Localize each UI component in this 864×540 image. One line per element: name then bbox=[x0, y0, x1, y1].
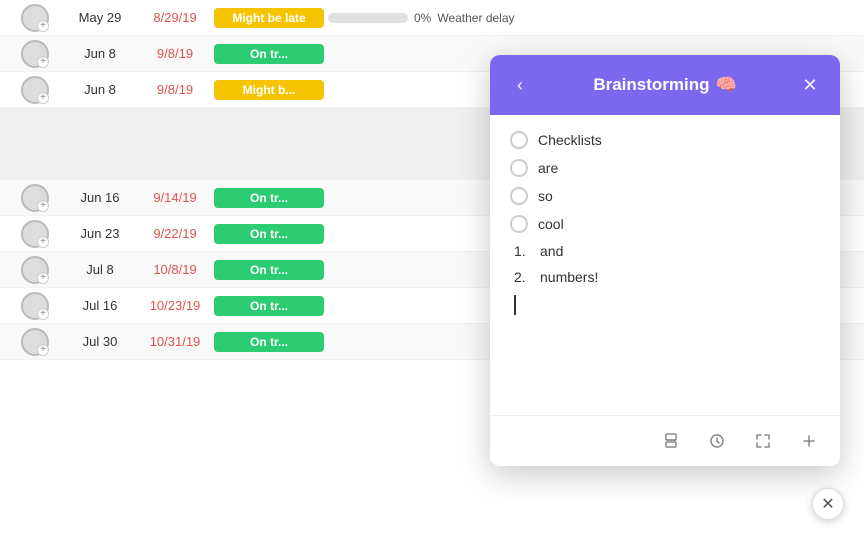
close-fab-button[interactable]: ✕ bbox=[812, 488, 844, 520]
avatar bbox=[21, 40, 49, 68]
date-cell: Jun 16 bbox=[60, 190, 140, 205]
due-cell: 8/29/19 bbox=[140, 10, 210, 25]
avatar bbox=[21, 220, 49, 248]
modal-title: Brainstorming 🧠 bbox=[593, 75, 736, 95]
due-cell: 9/22/19 bbox=[140, 226, 210, 241]
checkbox[interactable] bbox=[510, 131, 528, 149]
checkbox[interactable] bbox=[510, 159, 528, 177]
checklist-item: so bbox=[510, 187, 820, 205]
avatar-cell bbox=[0, 256, 60, 284]
table-row: May 29 8/29/19 Might be late 0% Weather … bbox=[0, 0, 864, 36]
text-cursor bbox=[514, 295, 516, 315]
progress-bar bbox=[328, 13, 408, 23]
avatar bbox=[21, 4, 49, 32]
avatar bbox=[21, 184, 49, 212]
numbered-item: 2. numbers! bbox=[510, 269, 820, 285]
checkbox[interactable] bbox=[510, 187, 528, 205]
weather-delay-text: Weather delay bbox=[437, 11, 514, 25]
checklist-item: cool bbox=[510, 215, 820, 233]
avatar-cell bbox=[0, 40, 60, 68]
number-label: 2. bbox=[514, 269, 532, 285]
expand-button[interactable] bbox=[748, 426, 778, 456]
status-badge[interactable]: On tr... bbox=[214, 296, 324, 316]
add-button[interactable] bbox=[794, 426, 824, 456]
status-badge[interactable]: Might b... bbox=[214, 80, 324, 100]
modal-body: Checklists are so cool 1. and 2. numbers… bbox=[490, 115, 840, 415]
print-button[interactable] bbox=[656, 426, 686, 456]
number-label: 1. bbox=[514, 243, 532, 259]
checklist-label: Checklists bbox=[538, 132, 602, 148]
checklist-label: so bbox=[538, 188, 553, 204]
modal-footer bbox=[490, 415, 840, 466]
avatar-cell bbox=[0, 4, 60, 32]
avatar-cell bbox=[0, 184, 60, 212]
history-button[interactable] bbox=[702, 426, 732, 456]
brainstorming-modal: ‹ Brainstorming 🧠 ✕ Checklists are so co… bbox=[490, 55, 840, 466]
due-cell: 10/23/19 bbox=[140, 298, 210, 313]
checkbox[interactable] bbox=[510, 215, 528, 233]
status-badge[interactable]: On tr... bbox=[214, 44, 324, 64]
avatar bbox=[21, 328, 49, 356]
date-cell: Jul 8 bbox=[60, 262, 140, 277]
avatar bbox=[21, 256, 49, 284]
due-cell: 10/8/19 bbox=[140, 262, 210, 277]
date-cell: Jun 8 bbox=[60, 82, 140, 97]
avatar-cell bbox=[0, 292, 60, 320]
progress-label: 0% bbox=[414, 11, 431, 25]
status-badge[interactable]: On tr... bbox=[214, 224, 324, 244]
checklist-label: are bbox=[538, 160, 558, 176]
modal-header: ‹ Brainstorming 🧠 ✕ bbox=[490, 55, 840, 115]
due-cell: 9/14/19 bbox=[140, 190, 210, 205]
avatar-cell bbox=[0, 220, 60, 248]
avatar-cell bbox=[0, 328, 60, 356]
progress-area: 0% Weather delay bbox=[328, 11, 515, 25]
modal-close-button[interactable]: ✕ bbox=[796, 71, 824, 99]
due-cell: 9/8/19 bbox=[140, 46, 210, 61]
modal-title-text: Brainstorming bbox=[593, 75, 709, 95]
checklist-item: Checklists bbox=[510, 131, 820, 149]
status-badge[interactable]: Might be late bbox=[214, 8, 324, 28]
modal-emoji: 🧠 bbox=[716, 75, 737, 95]
date-cell: Jun 8 bbox=[60, 46, 140, 61]
checklist-item: are bbox=[510, 159, 820, 177]
numbered-text: numbers! bbox=[540, 269, 598, 285]
status-badge[interactable]: On tr... bbox=[214, 260, 324, 280]
modal-prev-button[interactable]: ‹ bbox=[506, 71, 534, 99]
status-badge[interactable]: On tr... bbox=[214, 332, 324, 352]
avatar bbox=[21, 292, 49, 320]
date-cell: May 29 bbox=[60, 10, 140, 25]
numbered-item: 1. and bbox=[510, 243, 820, 259]
date-cell: Jun 23 bbox=[60, 226, 140, 241]
status-badge[interactable]: On tr... bbox=[214, 188, 324, 208]
due-cell: 10/31/19 bbox=[140, 334, 210, 349]
numbered-text: and bbox=[540, 243, 563, 259]
avatar-cell bbox=[0, 76, 60, 104]
date-cell: Jul 30 bbox=[60, 334, 140, 349]
checklist-label: cool bbox=[538, 216, 564, 232]
date-cell: Jul 16 bbox=[60, 298, 140, 313]
due-cell: 9/8/19 bbox=[140, 82, 210, 97]
avatar bbox=[21, 76, 49, 104]
